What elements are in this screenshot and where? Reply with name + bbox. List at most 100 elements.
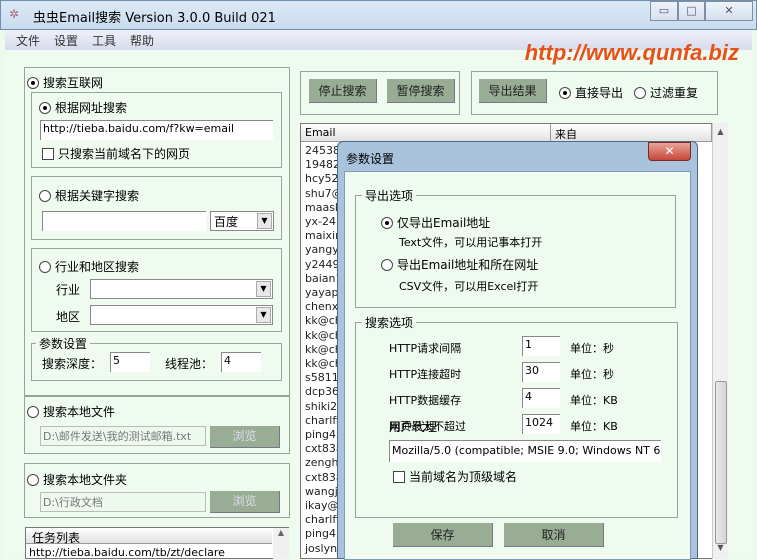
scroll-down-arrow-icon[interactable]: ▼: [714, 543, 727, 557]
scroll-up-arrow-icon[interactable]: ▲: [714, 123, 727, 141]
result-row-email[interactable]: 19482: [305, 158, 340, 172]
search-options-title: 搜索选项: [362, 314, 417, 331]
browse-folder-button[interactable]: 浏览: [210, 491, 280, 513]
field-input[interactable]: 4: [522, 388, 560, 408]
field-input[interactable]: 30: [522, 362, 560, 382]
column-header-from[interactable]: 来自: [551, 124, 712, 142]
scroll-thumb[interactable]: [715, 381, 727, 544]
threads-input[interactable]: 4: [221, 352, 261, 372]
radio-icon: [381, 217, 393, 229]
local-folder-radio[interactable]: 搜索本地文件夹: [27, 471, 127, 488]
result-row-email[interactable]: yangy: [305, 243, 339, 257]
direct-export-radio[interactable]: 直接导出: [559, 84, 623, 101]
result-row-email[interactable]: ikay@: [305, 499, 338, 513]
column-header-email[interactable]: Email: [301, 124, 551, 142]
radio-icon: [559, 87, 571, 99]
result-row-email[interactable]: y2449: [305, 258, 340, 272]
area-label: 地区: [56, 310, 81, 324]
result-row-email[interactable]: wangji: [305, 485, 341, 499]
engine-value: 百度: [214, 215, 239, 229]
field-unit: 单位：KB: [570, 420, 618, 433]
field-unit: 单位：秒: [570, 342, 614, 355]
params-title: 参数设置: [36, 335, 91, 352]
minimize-button[interactable]: ▭: [650, 1, 678, 21]
local-file-label: 搜索本地文件: [43, 405, 116, 419]
export-email-url-radio[interactable]: 导出Email地址和所在网址: [381, 256, 538, 273]
local-folder-input[interactable]: D:\行政文档: [40, 492, 206, 512]
browse-file-button[interactable]: 浏览: [210, 426, 280, 448]
url-input[interactable]: http://tieba.baidu.com/f?kw=email: [40, 120, 273, 140]
settings-dialog: 参数设置 ✕ 导出选项 仅导出Email地址 Text文件，可以用记事本打开 导…: [337, 141, 698, 560]
menu-tools[interactable]: 工具: [92, 32, 116, 49]
results-scrollbar[interactable]: ▲ ▼: [712, 123, 728, 559]
field-unit: 单位：KB: [570, 394, 618, 407]
dialog-close-button[interactable]: ✕: [648, 142, 691, 161]
url-search-radio[interactable]: 根据网址搜索: [39, 99, 127, 116]
result-row-email[interactable]: dcp36: [305, 385, 339, 399]
keyword-radio[interactable]: 根据关键字搜索: [39, 187, 139, 204]
app-icon: ✲: [9, 7, 20, 21]
local-file-input[interactable]: D:\邮件发送\我的测试邮箱.txt: [40, 426, 206, 446]
user-agent-input[interactable]: Mozilla/5.0 (compatible; MSIE 9.0; Windo…: [389, 440, 661, 462]
threads-label: 线程池：: [165, 357, 214, 371]
task-list[interactable]: 任务列表 http://tieba.baidu.com/tb/zt/declar…: [25, 527, 289, 559]
chevron-down-icon: ▼: [257, 213, 272, 229]
result-row-email[interactable]: maask: [305, 201, 341, 215]
engine-select[interactable]: 百度 ▼: [210, 211, 274, 231]
cancel-button[interactable]: 取消: [504, 523, 604, 547]
area-select[interactable]: ▼: [90, 305, 273, 325]
result-row-email[interactable]: 24538: [305, 144, 340, 158]
opt1-label: 仅导出Email地址: [397, 216, 491, 230]
dialog-title: 参数设置: [346, 152, 395, 166]
result-row-email[interactable]: charlfi: [305, 513, 339, 527]
checkbox-icon: [393, 471, 405, 483]
export-results-button[interactable]: 导出结果: [479, 79, 547, 103]
task-list-header[interactable]: 任务列表: [26, 528, 272, 545]
task-scrollbar[interactable]: ▲: [273, 528, 289, 559]
chevron-down-icon: ▼: [256, 281, 271, 297]
internet-radio[interactable]: 搜索互联网: [27, 74, 103, 91]
result-row-email[interactable]: yx-24: [305, 215, 336, 229]
local-file-radio[interactable]: 搜索本地文件: [27, 403, 115, 420]
filter-duplicates-radio[interactable]: 过滤重复: [634, 84, 698, 101]
field-input[interactable]: 1: [522, 336, 560, 356]
radio-icon: [634, 87, 646, 99]
menu-file[interactable]: 文件: [16, 32, 40, 49]
save-button[interactable]: 保存: [393, 523, 493, 547]
maximize-button[interactable]: □: [678, 1, 705, 21]
keyword-input[interactable]: [42, 211, 206, 231]
result-row-email[interactable]: s5811: [305, 371, 339, 385]
result-row-email[interactable]: hcy52: [305, 172, 339, 186]
opt2-label: 导出Email地址和所在网址: [397, 258, 539, 272]
result-row-email[interactable]: joslynj: [305, 542, 340, 556]
menu-settings[interactable]: 设置: [54, 32, 78, 49]
opt2-description: CSV文件，可以用Excel打开: [399, 280, 539, 293]
top-domain-checkbox[interactable]: 当前域名为顶级域名: [393, 468, 517, 485]
radio-icon: [27, 77, 39, 89]
menu-help[interactable]: 帮助: [130, 32, 154, 49]
export-email-only-radio[interactable]: 仅导出Email地址: [381, 214, 490, 231]
result-row-email[interactable]: yayap: [305, 286, 338, 300]
close-button[interactable]: ✕: [705, 1, 753, 21]
radio-icon: [27, 406, 39, 418]
task-row[interactable]: http://tieba.baidu.com/tb/zt/declare: [29, 546, 225, 559]
industry-select[interactable]: ▼: [90, 279, 273, 299]
keyword-label: 根据关键字搜索: [55, 189, 140, 203]
result-row-email[interactable]: charlfi: [305, 414, 339, 428]
same-domain-label: 只搜索当前域名下的网页: [58, 147, 191, 161]
region-radio[interactable]: 行业和地区搜索: [39, 258, 139, 275]
radio-icon: [39, 261, 51, 273]
depth-label: 搜索深度：: [42, 357, 103, 371]
result-row-email[interactable]: chenx: [305, 300, 338, 314]
depth-input[interactable]: 5: [110, 352, 150, 372]
same-domain-checkbox[interactable]: 只搜索当前域名下的网页: [42, 145, 190, 162]
radio-icon: [39, 102, 51, 114]
radio-icon: [27, 474, 39, 486]
url-search-label: 根据网址搜索: [55, 101, 128, 115]
logo-url[interactable]: http://www.qunfa.biz: [525, 40, 739, 66]
direct-export-label: 直接导出: [575, 86, 624, 100]
pause-search-button[interactable]: 暂停搜索: [387, 79, 455, 103]
field-input[interactable]: 1024: [522, 414, 560, 434]
checkbox-icon: [42, 148, 54, 160]
stop-search-button[interactable]: 停止搜索: [309, 79, 377, 103]
